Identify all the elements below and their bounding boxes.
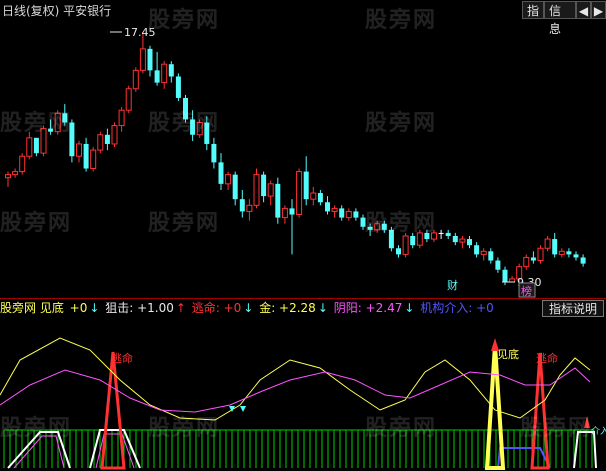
jieru-annotation: 介入 bbox=[591, 426, 606, 437]
taoming-annotation-left: 逃命 bbox=[111, 351, 133, 365]
indicator-panel[interactable]: 见底 逃命 逃命 介入 bbox=[0, 0, 606, 471]
jiandi-annotation: 见底 bbox=[497, 347, 519, 361]
magenta-oscillator-line bbox=[0, 367, 591, 413]
taoming-annotation-right: 逃命 bbox=[536, 351, 558, 365]
